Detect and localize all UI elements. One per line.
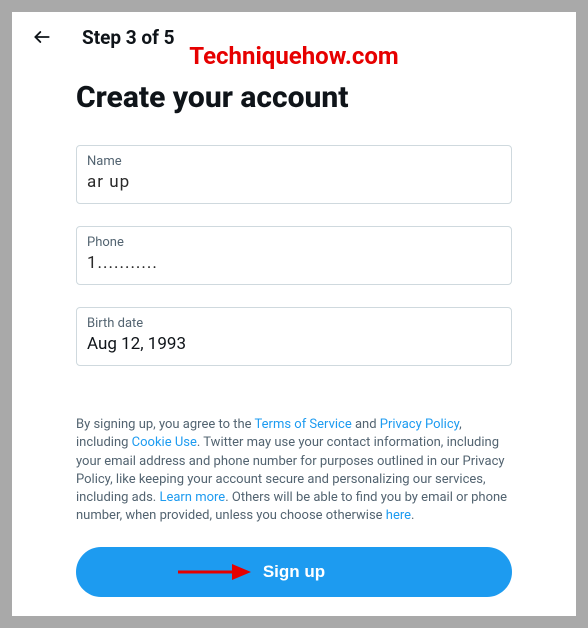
back-arrow-icon[interactable] <box>32 27 52 47</box>
name-field[interactable]: Name ar up <box>76 145 512 204</box>
phone-field[interactable]: Phone 1........... <box>76 226 512 285</box>
terms-of-service-link[interactable]: Terms of Service <box>255 417 352 432</box>
modal-content: Create your account Name ar up Phone 1..… <box>12 80 576 597</box>
learn-more-link[interactable]: Learn more <box>159 490 225 505</box>
privacy-policy-link[interactable]: Privacy Policy <box>380 417 459 432</box>
cookie-use-link[interactable]: Cookie Use <box>132 435 197 450</box>
signup-button[interactable]: Sign up <box>76 547 512 597</box>
phone-value: 1........... <box>87 252 501 274</box>
phone-label: Phone <box>87 235 501 250</box>
name-value: ar up <box>87 171 501 193</box>
here-link[interactable]: here <box>386 508 411 523</box>
page-title: Create your account <box>76 80 512 115</box>
terms-disclosure: By signing up, you agree to the Terms of… <box>76 416 512 525</box>
birthdate-value: Aug 12, 1993 <box>87 333 501 355</box>
signup-button-wrap: Sign up <box>76 547 512 597</box>
birthdate-label: Birth date <box>87 316 501 331</box>
signup-modal: Step 3 of 5 Techniquehow.com Create your… <box>12 12 576 616</box>
birthdate-field[interactable]: Birth date Aug 12, 1993 <box>76 307 512 366</box>
step-indicator: Step 3 of 5 <box>82 26 175 49</box>
name-label: Name <box>87 154 501 169</box>
modal-header: Step 3 of 5 <box>12 22 576 52</box>
